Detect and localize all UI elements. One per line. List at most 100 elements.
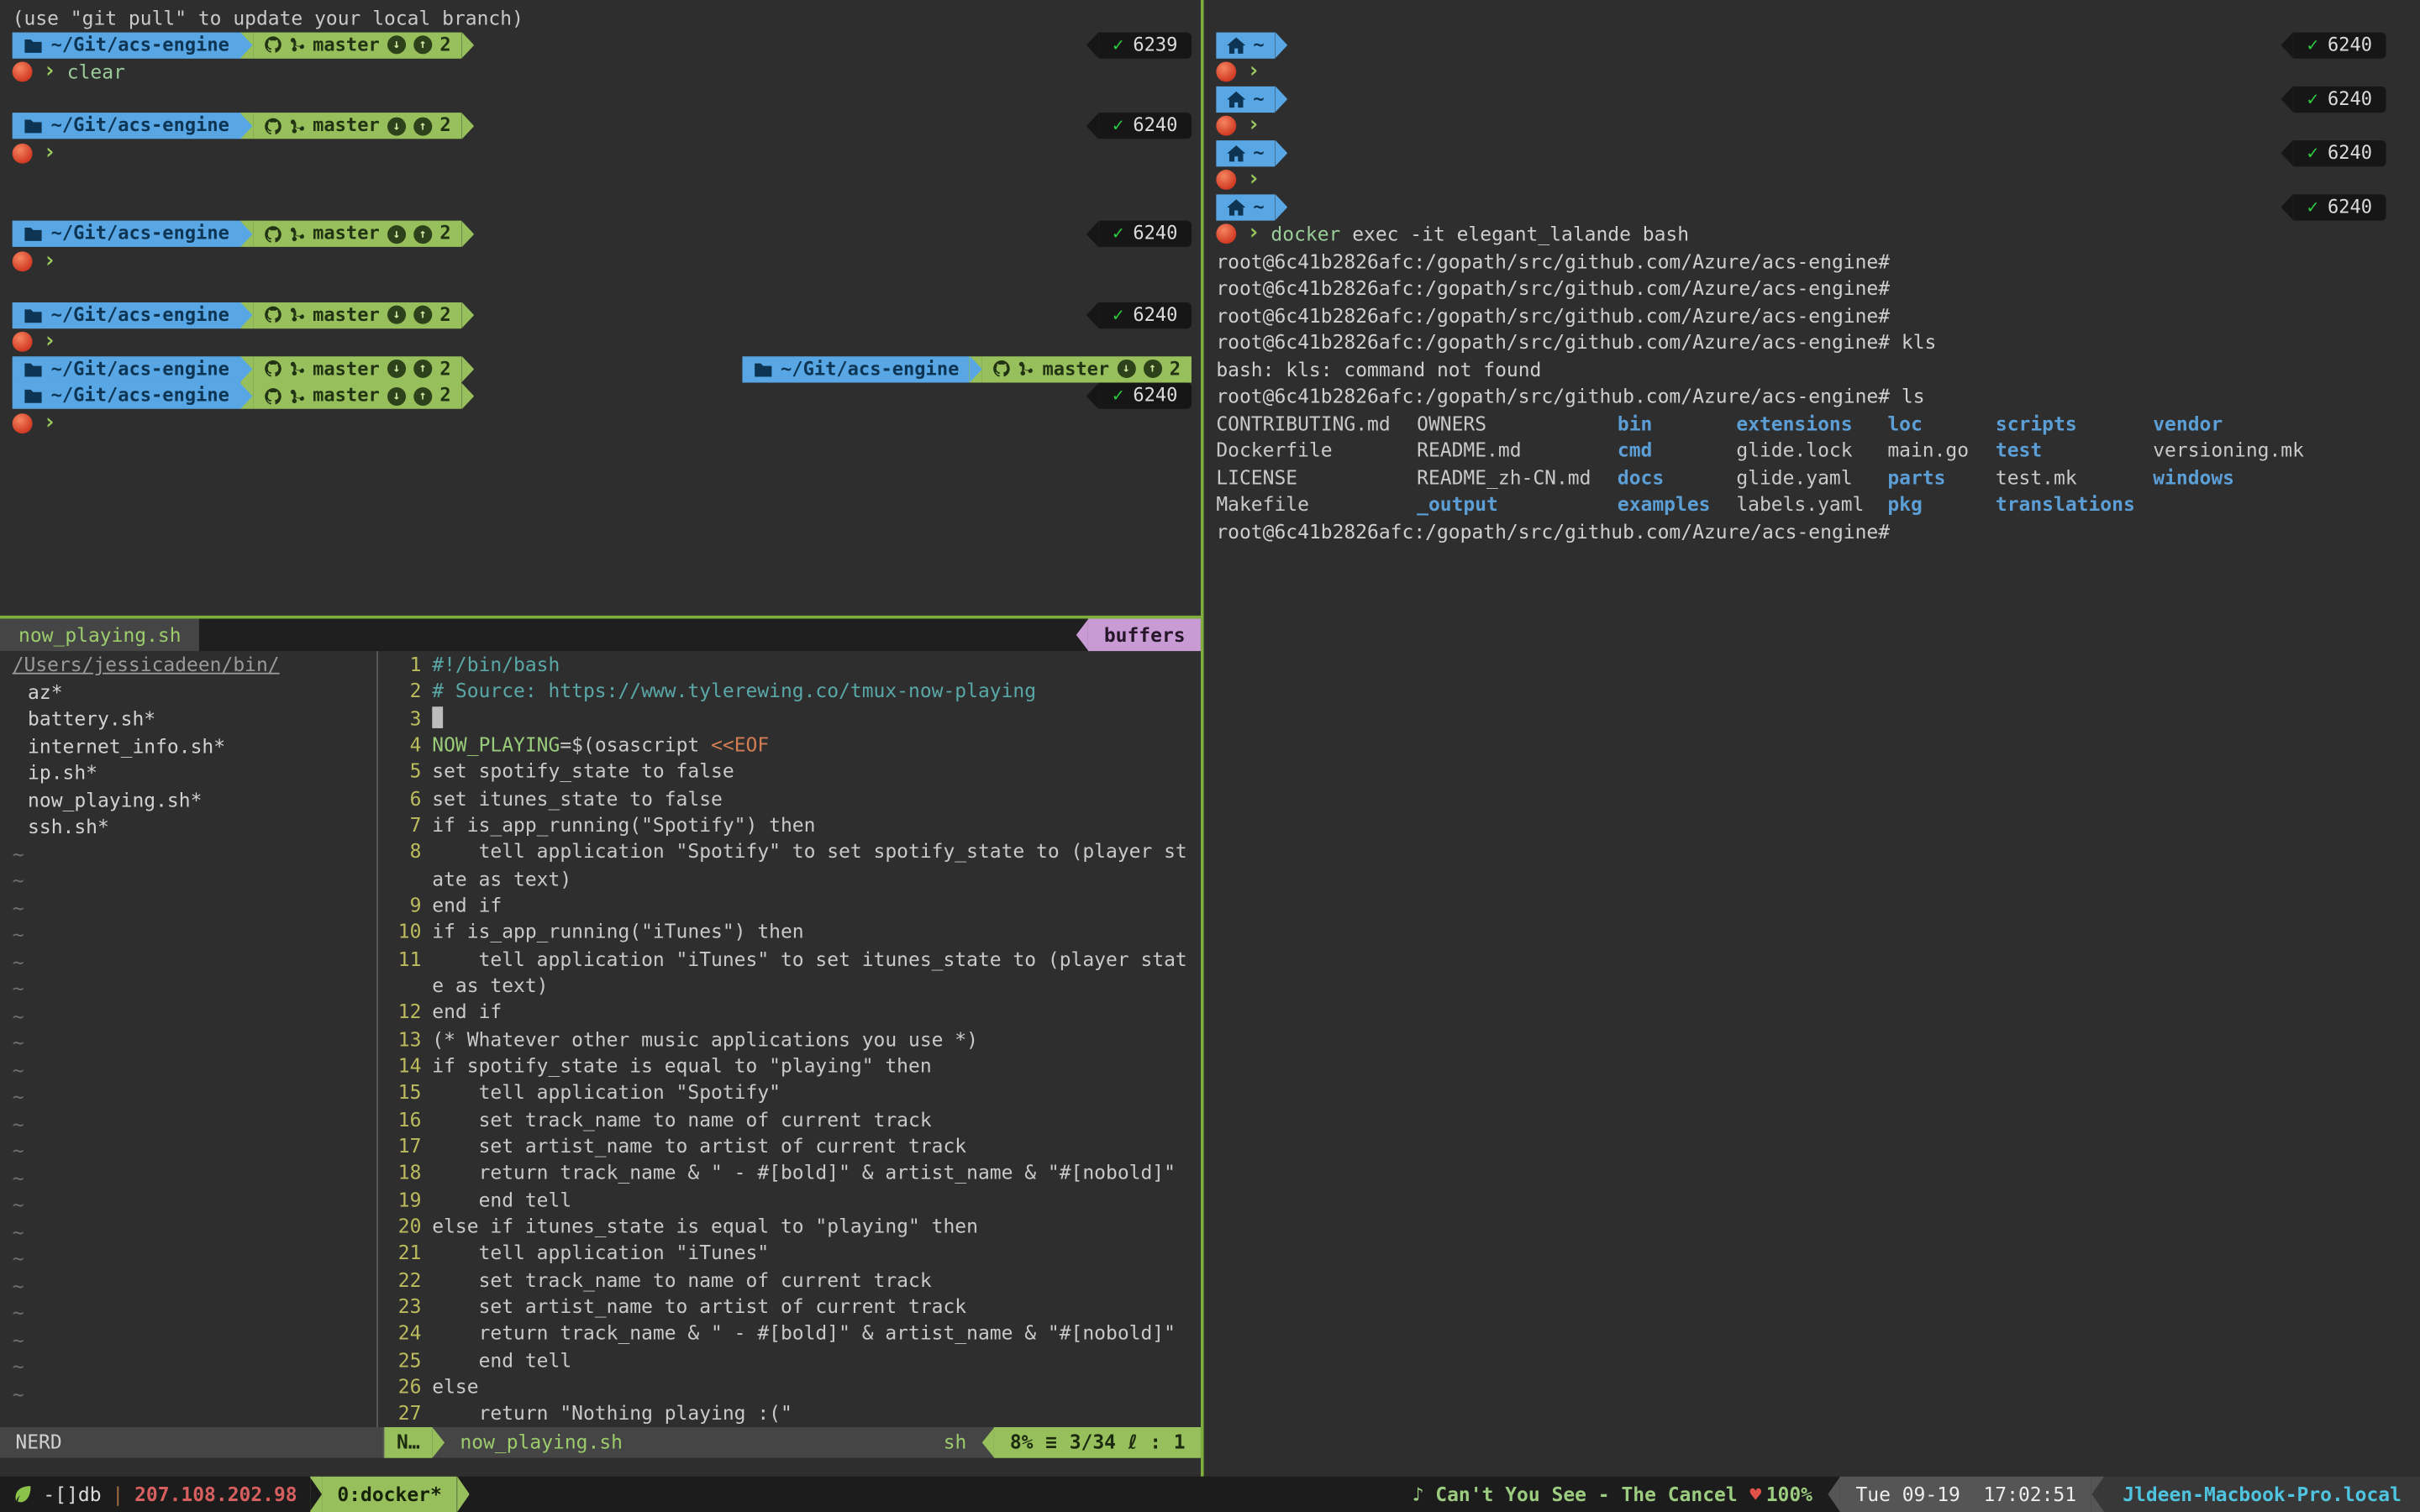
vim-command-line[interactable] bbox=[0, 1458, 1201, 1477]
powerline-arrow bbox=[1076, 619, 1089, 652]
ls-entry: test.mk bbox=[1996, 464, 2153, 491]
nerdtree-file-now-playing[interactable]: now_playing.sh* bbox=[0, 786, 371, 813]
code-line: tell application "iTunes" bbox=[432, 1239, 769, 1266]
prompt-path: ~/Git/acs-engine bbox=[51, 355, 229, 382]
code-line bbox=[432, 705, 443, 732]
status-pill: ✓6239 bbox=[1086, 32, 1192, 58]
status-pill: ✓6240 bbox=[2281, 32, 2386, 58]
empty-line-tilde: ~ bbox=[0, 1272, 371, 1299]
nerdtree-file-ssh[interactable]: ssh.sh* bbox=[0, 813, 371, 840]
git-branch-label: master bbox=[313, 383, 380, 410]
nerdtree-panel[interactable]: /Users/jessicadeen/bin/ az* battery.sh* … bbox=[0, 651, 371, 1427]
battery-percent: 100% bbox=[1761, 1477, 1828, 1512]
ls-entry-dir: docs bbox=[1618, 464, 1736, 491]
prompt-row: ~ ✓6240 bbox=[1204, 194, 2420, 221]
git-behind-icon: ↓ bbox=[1117, 360, 1135, 378]
git-ahead-icon: ↑ bbox=[413, 117, 432, 135]
history-number: 6240 bbox=[1133, 221, 1177, 248]
public-ip-address: 207.108.202.98 bbox=[134, 1481, 297, 1508]
prompt-path: ~/Git/acs-engine bbox=[781, 355, 959, 382]
kls-error: bash: kls: command not found bbox=[1216, 355, 1541, 382]
git-counter: 2 bbox=[439, 221, 450, 248]
ls-entry: Makefile bbox=[1216, 491, 1417, 517]
nerdtree-file-az[interactable]: az* bbox=[0, 678, 371, 705]
powerline-arrow bbox=[1086, 383, 1099, 409]
empty-line-tilde: ~ bbox=[0, 1110, 371, 1137]
status-pill: ✓6240 bbox=[1086, 113, 1192, 139]
code-line: NOW_PLAYING=$(osascript <<EOF bbox=[432, 732, 769, 759]
folder-icon bbox=[24, 360, 44, 377]
check-icon: ✓ bbox=[1113, 113, 1123, 139]
colon-separator: : bbox=[1150, 1429, 1161, 1456]
prompt-path: ~ bbox=[1253, 32, 1264, 59]
git-branch-icon bbox=[290, 306, 305, 324]
ls-command-row: root@6c41b2826afc:/gopath/src/github.com… bbox=[1204, 383, 2420, 410]
code-line: # Source: https://www.tylerewing.co/tmux… bbox=[432, 678, 1036, 705]
prompt-git-segment: master ↓ ↑ 2 bbox=[252, 383, 461, 409]
git-prompt: ~/Git/acs-engine master ↓ ↑ 2 bbox=[13, 383, 475, 409]
nerdtree-file-ip[interactable]: ip.sh* bbox=[0, 759, 371, 786]
github-icon bbox=[263, 36, 281, 55]
git-branch-label: master bbox=[1043, 355, 1110, 382]
prompt-row: ~/Git/acs-engine master ↓ ↑ 2 ✓6240 bbox=[0, 302, 1201, 328]
git-branch-label: master bbox=[313, 355, 380, 382]
check-icon: ✓ bbox=[2307, 32, 2318, 59]
powerline-arrow bbox=[457, 1477, 470, 1512]
prompt-chevron-icon: › bbox=[43, 328, 55, 355]
check-icon: ✓ bbox=[1113, 32, 1123, 59]
code-line: end tell bbox=[432, 1186, 571, 1213]
kls-error-row: bash: kls: command not found bbox=[1204, 355, 2420, 382]
pane-shell-docker[interactable]: ~ ✓6240 › ~ ✓6240 bbox=[1204, 0, 2420, 1477]
prompt-input-row: › bbox=[1204, 59, 2420, 86]
nerdtree-file-battery[interactable]: battery.sh* bbox=[0, 705, 371, 732]
git-ahead-icon: ↑ bbox=[413, 306, 432, 324]
editor-buffer[interactable]: 1#!/bin/bash 2# Source: https://www.tyle… bbox=[384, 651, 1201, 1427]
nerdtree-root-path: /Users/jessicadeen/bin/ bbox=[0, 651, 371, 678]
prompt-chevron-icon: › bbox=[1247, 59, 1260, 86]
tmux-window-docker[interactable]: 0:docker* bbox=[322, 1477, 457, 1512]
status-pill: ✓6240 bbox=[1086, 383, 1192, 409]
pane-shell-git[interactable]: (use "git pull" to update your local bra… bbox=[0, 0, 1201, 616]
prompt-git-segment: master ↓ ↑ 2 bbox=[982, 356, 1192, 382]
powerline-arrow bbox=[240, 302, 253, 328]
code-line: (* Whatever other music applications you… bbox=[432, 1026, 978, 1053]
ls-entry: labels.yaml bbox=[1736, 491, 1887, 517]
history-number: 6240 bbox=[1133, 383, 1177, 410]
git-counter: 2 bbox=[439, 302, 450, 328]
ls-entry-dir: bin bbox=[1618, 410, 1736, 437]
typed-command: clear bbox=[67, 59, 125, 86]
folder-icon bbox=[24, 307, 44, 323]
prompt-path: ~/Git/acs-engine bbox=[51, 383, 229, 410]
prompt-path-segment: ~ bbox=[1216, 32, 1275, 58]
git-pull-hint: (use "git pull" to update your local bra… bbox=[13, 5, 523, 32]
git-prompt: ~/Git/acs-engine master ↓ ↑ 2 bbox=[13, 221, 475, 247]
empty-line-tilde: ~ bbox=[0, 1002, 371, 1029]
vim-tab-now-playing[interactable]: now_playing.sh bbox=[0, 619, 200, 652]
ls-entry: versioning.mk bbox=[2153, 437, 2420, 464]
vim-buffers-label[interactable]: buffers bbox=[1088, 619, 1201, 652]
nerdtree-file-internet-info[interactable]: internet_info.sh* bbox=[0, 732, 371, 759]
ls-output-row: Dockerfile README.md cmd glide.lock main… bbox=[1204, 437, 2420, 464]
prompt-path-segment: ~ bbox=[1216, 86, 1275, 112]
git-counter: 2 bbox=[439, 32, 450, 59]
vim-mode-indicator: N… bbox=[384, 1427, 432, 1458]
prompt-chevron-icon: › bbox=[1247, 166, 1260, 193]
powerline-arrow bbox=[2281, 194, 2293, 220]
prompt-row: ~ ✓6240 bbox=[1204, 139, 2420, 166]
prompt-git-segment: master ↓ ↑ 2 bbox=[252, 32, 461, 58]
ls-command: ls bbox=[1890, 383, 1924, 410]
prompt-path: ~/Git/acs-engine bbox=[51, 113, 229, 139]
git-ahead-icon: ↑ bbox=[413, 360, 432, 378]
code-line: #!/bin/bash bbox=[432, 651, 560, 678]
git-branch-label: master bbox=[313, 113, 380, 139]
git-prompt: ~/Git/acs-engine master ↓ ↑ 2 bbox=[13, 113, 475, 139]
powerline-arrow bbox=[2281, 86, 2293, 112]
pane-vim[interactable]: now_playing.sh buffers /Users/jessicadee… bbox=[0, 619, 1201, 1477]
prompt-status-icon bbox=[13, 332, 33, 352]
vim-split-separator[interactable] bbox=[371, 651, 385, 1427]
status-pill: ✓6240 bbox=[2281, 194, 2386, 220]
github-icon bbox=[263, 306, 281, 324]
prompt-path-segment: ~ bbox=[1216, 194, 1275, 220]
git-branch-icon bbox=[290, 360, 305, 378]
ls-entry-dir: scripts bbox=[1996, 410, 2153, 437]
